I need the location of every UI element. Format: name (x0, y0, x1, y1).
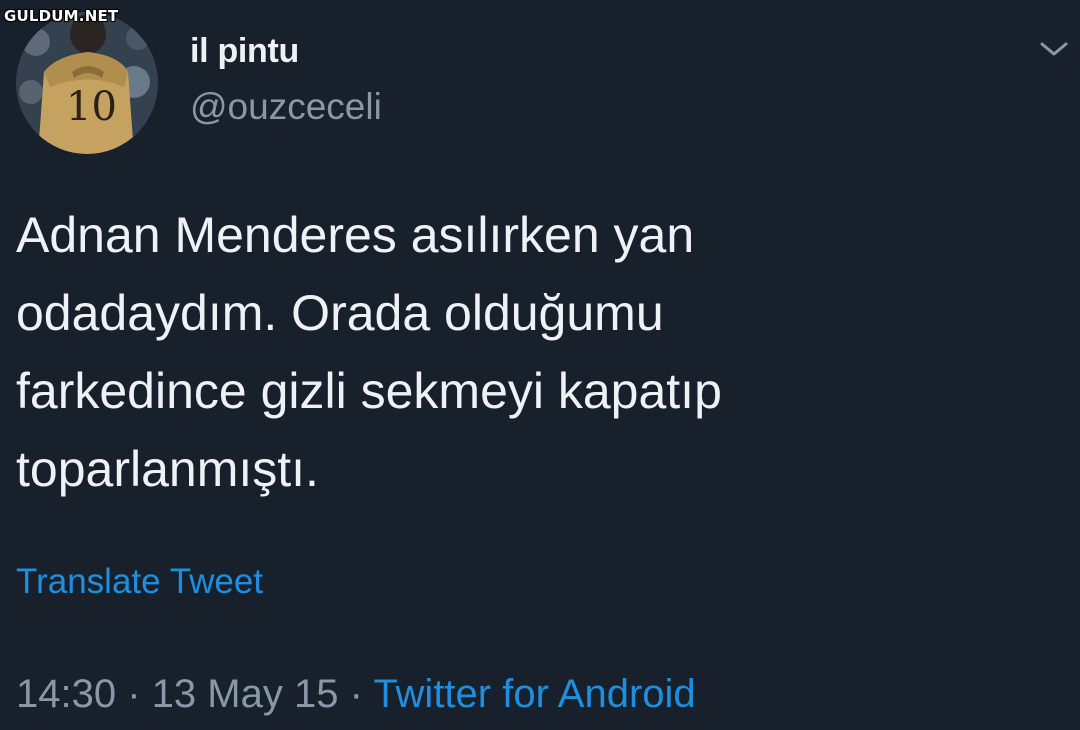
tweet-source-link[interactable]: Twitter for Android (373, 672, 695, 716)
meta-separator: · (127, 672, 141, 716)
author-display-name[interactable]: il pintu (190, 32, 299, 71)
tweet-meta: 14:30 · 13 May 15 · Twitter for Android (16, 672, 696, 717)
tweet-date[interactable]: 13 May 15 (152, 672, 339, 716)
tweet-time: 14:30 (16, 672, 117, 716)
tweet-text-line: farkedince gizli sekmeyi kapatıp (16, 363, 722, 419)
avatar-photo-icon: 10 (16, 12, 158, 154)
chevron-down-icon[interactable] (1036, 36, 1072, 60)
tweet-text-line: Adnan Menderes asılırken yan (16, 207, 695, 263)
watermark-logo: GULDUM.NET (4, 7, 119, 25)
tweet-text-line: toparlanmıştı. (16, 441, 319, 497)
meta-separator: · (349, 672, 363, 716)
author-handle[interactable]: @ouzceceli (190, 86, 382, 128)
tweet-text-line: odadaydım. Orada olduğumu (16, 285, 664, 341)
avatar[interactable]: 10 (16, 12, 158, 154)
svg-text:10: 10 (66, 84, 117, 130)
translate-tweet-link[interactable]: Translate Tweet (16, 562, 263, 602)
tweet-text: Adnan Menderes asılırken yan odadaydım. … (16, 196, 1056, 508)
